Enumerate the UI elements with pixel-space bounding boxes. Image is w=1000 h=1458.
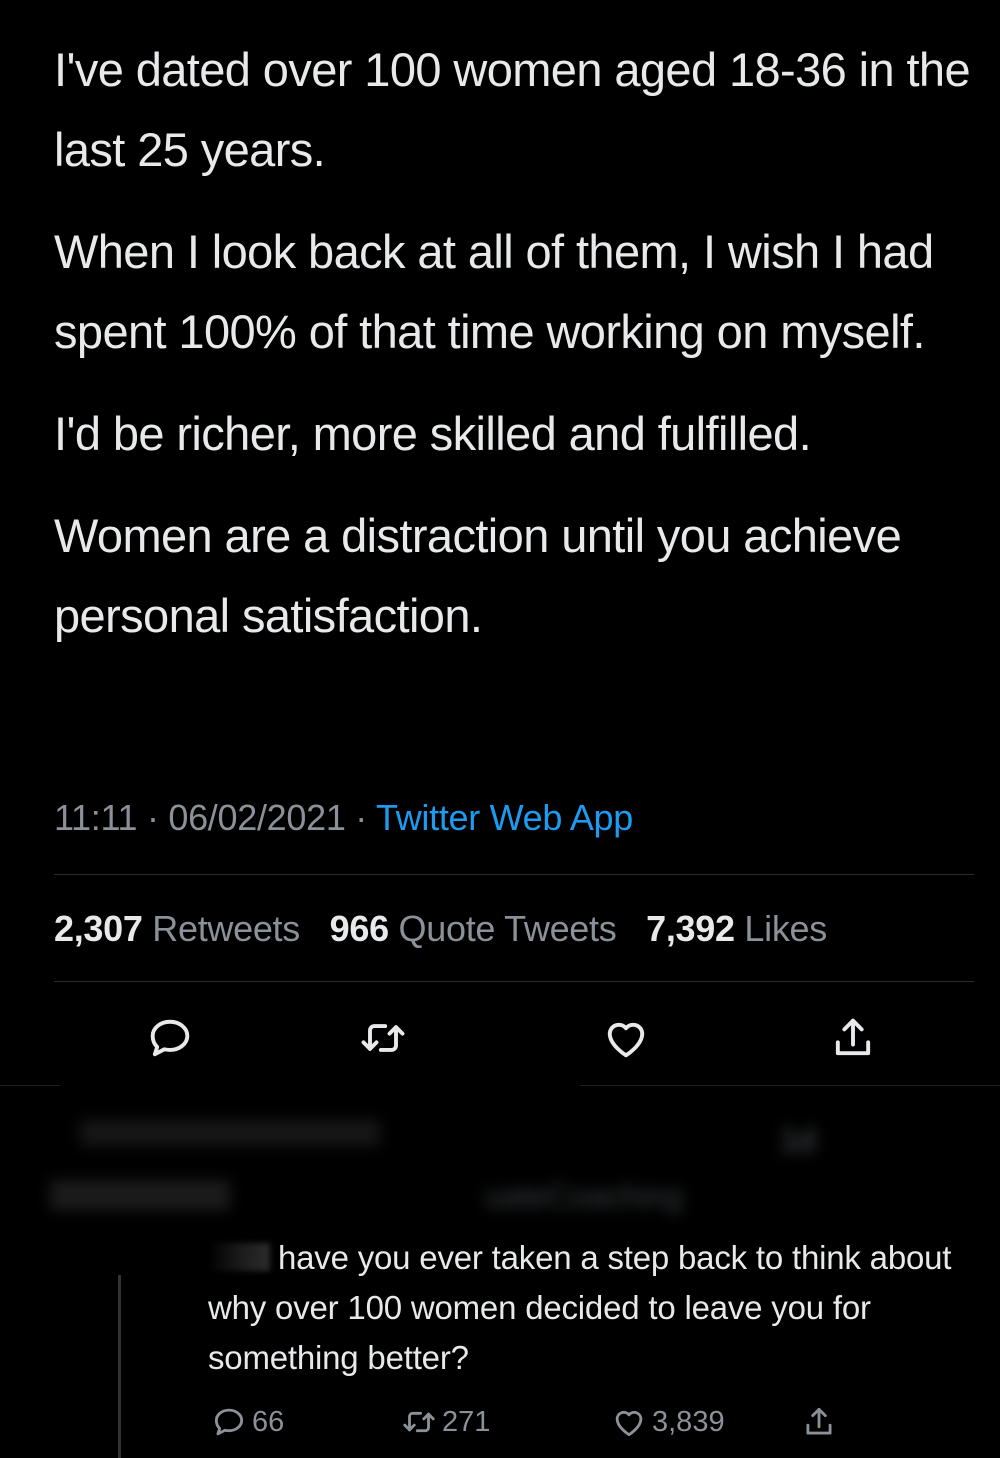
- quotes-label: Quote Tweets: [398, 908, 617, 949]
- quotes-stat[interactable]: 966 Quote Tweets: [330, 908, 617, 949]
- tweet-source-link[interactable]: Twitter Web App: [376, 797, 633, 838]
- share-icon[interactable]: [827, 1012, 879, 1064]
- likes-stat[interactable]: 7,392 Likes: [646, 908, 827, 949]
- redacted-mention: [208, 1243, 270, 1271]
- divider: [580, 1085, 1000, 1086]
- redacted-region: [80, 1120, 380, 1146]
- reply-retweet-action[interactable]: 271: [400, 1403, 490, 1441]
- tweet-paragraph: When I look back at all of them, I wish …: [54, 225, 934, 358]
- divider: [54, 874, 974, 875]
- divider: [54, 981, 974, 982]
- like-icon[interactable]: [600, 1012, 652, 1064]
- thread-line: [118, 1275, 121, 1458]
- tweet-body: I've dated over 100 women aged 18-36 in …: [54, 30, 974, 678]
- tweet-date[interactable]: 06/02/2021: [168, 797, 345, 838]
- tweet-meta: 11:11 · 06/02/2021 · Twitter Web App: [54, 797, 633, 839]
- retweet-count: 271: [442, 1405, 491, 1438]
- retweet-icon: [403, 1411, 435, 1433]
- tweet-paragraph: I'd be richer, more skilled and fulfille…: [54, 407, 812, 460]
- share-icon: [806, 1407, 832, 1435]
- retweet-icon[interactable]: [357, 1012, 409, 1064]
- likes-label: Likes: [744, 908, 827, 949]
- retweets-count: 2,307: [54, 908, 143, 949]
- like-count: 3,839: [652, 1405, 725, 1438]
- reply-handle: uateCoaching: [485, 1178, 683, 1214]
- quotes-count: 966: [329, 908, 389, 949]
- reply-text: have you ever taken a step back to think…: [208, 1233, 968, 1383]
- reply-reply-action[interactable]: 66: [210, 1403, 284, 1441]
- retweets-stat[interactable]: 2,307 Retweets: [54, 908, 300, 949]
- reply-count: 66: [252, 1405, 285, 1438]
- reply-icon: [214, 1408, 244, 1436]
- reply-body: have you ever taken a step back to think…: [208, 1239, 952, 1376]
- reply-share-action[interactable]: [800, 1403, 842, 1441]
- reply-icon[interactable]: [144, 1012, 196, 1064]
- meta-separator: ·: [355, 797, 367, 838]
- divider: [0, 1085, 60, 1086]
- reply-like-action[interactable]: 3,839: [610, 1403, 725, 1441]
- likes-count: 7,392: [646, 908, 735, 949]
- tweet-stats: 2,307 Retweets 966 Quote Tweets 7,392 Li…: [54, 908, 827, 950]
- tweet-paragraph: I've dated over 100 women aged 18-36 in …: [54, 43, 971, 176]
- retweets-label: Retweets: [152, 908, 300, 949]
- like-icon: [615, 1410, 643, 1437]
- tweet-paragraph: Women are a distraction until you achiev…: [54, 509, 902, 642]
- meta-separator: ·: [146, 797, 159, 838]
- reply-time: 1d: [780, 1122, 816, 1158]
- redacted-avatar: [50, 1180, 230, 1210]
- tweet-time[interactable]: 11:11: [54, 797, 138, 838]
